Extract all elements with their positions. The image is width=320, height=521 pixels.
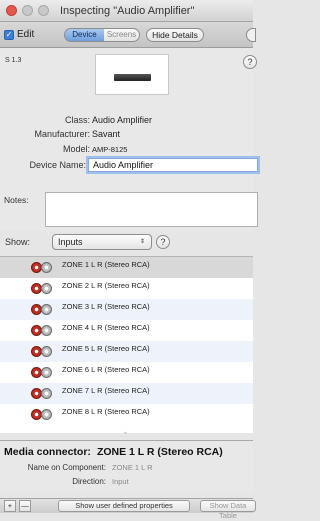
amplifier-icon xyxy=(114,74,151,81)
name-on-component-label: Name on Component: xyxy=(27,463,106,472)
show-selected-value: Inputs xyxy=(58,237,83,247)
list-item-label: ZONE 5 L R (Stereo RCA) xyxy=(62,344,150,353)
tab-device[interactable]: Device xyxy=(64,28,105,42)
list-item[interactable]: ZONE 7 L R (Stereo RCA) xyxy=(0,383,253,404)
device-image xyxy=(95,54,169,95)
rca-white-icon xyxy=(41,283,52,294)
window-title: Inspecting "Audio Amplifier" xyxy=(60,5,195,17)
toolbar: ✓ Edit Device Screens Hide Details xyxy=(0,22,256,48)
show-select[interactable]: Inputs ⇕ xyxy=(52,234,152,250)
remove-button[interactable]: — xyxy=(19,500,31,512)
device-name-field[interactable]: Audio Amplifier xyxy=(88,158,258,172)
edit-label: Edit xyxy=(17,29,35,40)
version-label: S 1.3 xyxy=(5,57,22,64)
media-connector-title: Media connector: ZONE 1 L R (Stereo RCA) xyxy=(4,446,223,458)
list-item-label: ZONE 7 L R (Stereo RCA) xyxy=(62,386,150,395)
list-item[interactable]: ZONE 8 L R (Stereo RCA) xyxy=(0,404,253,425)
toolbar-overflow-button[interactable] xyxy=(246,28,256,42)
rca-white-icon xyxy=(41,409,52,420)
inputs-list: ZONE 1 L R (Stereo RCA) ZONE 2 L R (Ster… xyxy=(0,256,253,433)
rca-white-icon xyxy=(41,304,52,315)
list-item[interactable]: ZONE 2 L R (Stereo RCA) xyxy=(0,278,253,299)
list-item-label: ZONE 6 L R (Stereo RCA) xyxy=(62,365,150,374)
name-on-component-value: ZONE 1 L R xyxy=(112,463,153,472)
list-item[interactable]: ZONE 6 L R (Stereo RCA) xyxy=(0,362,253,383)
manufacturer-value: Savant xyxy=(92,129,121,139)
list-item-label: ZONE 3 L R (Stereo RCA) xyxy=(62,302,150,311)
model-label: Model: xyxy=(62,144,90,154)
show-help-button[interactable]: ? xyxy=(156,235,170,249)
device-info-panel: S 1.3 ? Class: Audio Amplifier Manufactu… xyxy=(0,48,258,230)
list-item-label: ZONE 2 L R (Stereo RCA) xyxy=(62,281,150,290)
direction-value: Input xyxy=(112,477,129,486)
list-item-label: ZONE 1 L R (Stereo RCA) xyxy=(62,260,150,269)
class-value: Audio Amplifier xyxy=(92,115,153,125)
add-button[interactable]: + xyxy=(4,500,16,512)
show-user-defined-button[interactable]: Show user defined properties xyxy=(58,500,190,512)
splitter-handle-icon[interactable]: ^ xyxy=(124,432,127,438)
list-item[interactable]: ZONE 5 L R (Stereo RCA) xyxy=(0,341,253,362)
rca-white-icon xyxy=(41,262,52,273)
zoom-window-button[interactable] xyxy=(38,5,49,16)
media-connector-value: ZONE 1 L R (Stereo RCA) xyxy=(96,446,223,458)
rca-white-icon xyxy=(41,346,52,357)
list-item[interactable]: ZONE 1 L R (Stereo RCA) xyxy=(0,257,253,278)
model-value: AMP-8125 xyxy=(92,145,128,154)
tab-screens[interactable]: Screens xyxy=(104,28,140,42)
list-item-label: ZONE 4 L R (Stereo RCA) xyxy=(62,323,150,332)
list-item[interactable]: ZONE 3 L R (Stereo RCA) xyxy=(0,299,253,320)
list-item[interactable]: ZONE 4 L R (Stereo RCA) xyxy=(0,320,253,341)
rca-white-icon xyxy=(41,388,52,399)
show-label: Show: xyxy=(5,237,31,247)
media-connector-panel: Media connector: ZONE 1 L R (Stereo RCA) … xyxy=(0,440,253,493)
media-connector-label: Media connector: xyxy=(4,446,91,458)
show-data-table-button[interactable]: Show Data Table xyxy=(200,500,256,520)
list-item-label: ZONE 8 L R (Stereo RCA) xyxy=(62,407,150,416)
minimize-window-button[interactable] xyxy=(22,5,33,16)
hide-details-button[interactable]: Hide Details xyxy=(146,28,204,42)
notes-label: Notes: xyxy=(4,195,29,205)
device-name-label: Device Name: xyxy=(29,160,86,170)
rca-white-icon xyxy=(41,325,52,336)
close-window-button[interactable] xyxy=(6,5,17,16)
bottom-bar: + — Show user defined properties Show Da… xyxy=(0,498,256,520)
select-arrows-icon: ⇕ xyxy=(139,239,145,245)
title-bar: Inspecting "Audio Amplifier" xyxy=(0,0,253,22)
direction-label: Direction: xyxy=(72,477,106,486)
notes-field[interactable] xyxy=(45,192,258,227)
help-button[interactable]: ? xyxy=(243,55,257,69)
manufacturer-label: Manufacturer: xyxy=(34,129,90,139)
class-label: Class: xyxy=(64,115,90,125)
rca-white-icon xyxy=(41,367,52,378)
edit-checkbox[interactable]: ✓ xyxy=(4,30,14,40)
